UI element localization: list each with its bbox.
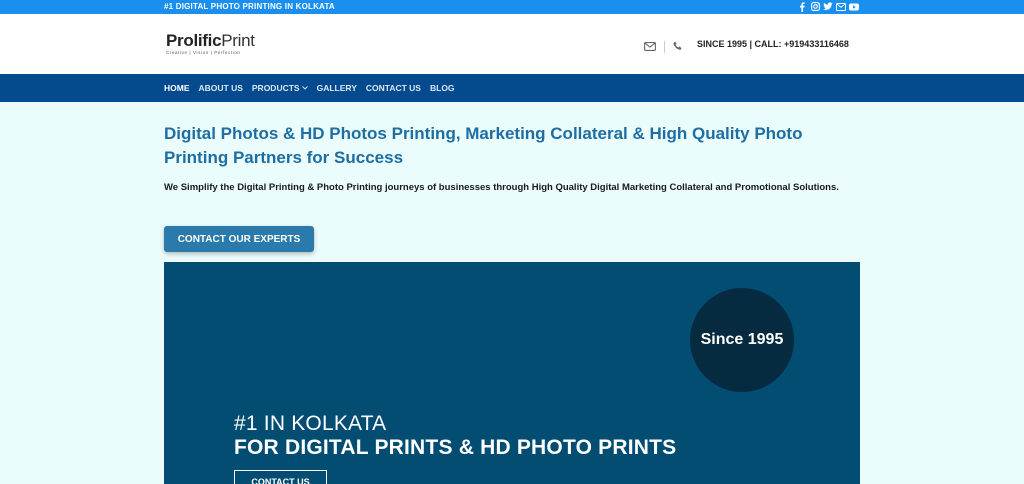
phone-icon[interactable] xyxy=(673,38,683,56)
logo-name-part-1: Prolific xyxy=(166,31,222,50)
main-navigation: HOME ABOUT US PRODUCTS GALLERY CONTACT U… xyxy=(0,74,1024,102)
contact-experts-button[interactable]: CONTACT OUR EXPERTS xyxy=(164,226,314,252)
envelope-icon[interactable] xyxy=(644,38,656,56)
instagram-icon[interactable] xyxy=(810,1,820,12)
page-title: Digital Photos & HD Photos Printing, Mar… xyxy=(164,124,803,167)
top-announcement-bar: #1 DIGITAL PHOTO PRINTING IN KOLKATA xyxy=(0,0,1024,14)
twitter-icon[interactable] xyxy=(823,1,833,12)
nav-item-contact-us[interactable]: CONTACT US xyxy=(366,83,421,93)
facebook-icon[interactable] xyxy=(797,1,807,12)
email-icon[interactable] xyxy=(836,1,846,12)
banner-headline-1: #1 IN KOLKATA xyxy=(234,412,387,435)
hero-banner: Since 1995 #1 IN KOLKATA FOR DIGITAL PRI… xyxy=(164,262,860,484)
nav-item-home[interactable]: HOME xyxy=(164,83,190,93)
nav-item-products-label: PRODUCTS xyxy=(251,83,300,93)
header-contact-text[interactable]: SINCE 1995 | CALL: +919433116468 xyxy=(697,39,849,49)
site-header: ProlificPrint Creative | Vision | Perfec… xyxy=(0,14,1024,74)
banner-headline-2: FOR DIGITAL PRINTS & HD PHOTO PRINTS xyxy=(234,436,677,459)
logo-wordmark: ProlificPrint xyxy=(166,32,255,49)
social-links xyxy=(797,1,859,12)
nav-item-gallery[interactable]: GALLERY xyxy=(317,83,357,93)
nav-item-about-us[interactable]: ABOUT US xyxy=(199,83,243,93)
announcement-text: #1 DIGITAL PHOTO PRINTING IN KOLKATA xyxy=(164,2,335,11)
nav-item-blog[interactable]: BLOG xyxy=(430,83,455,93)
chevron-down-icon xyxy=(301,86,308,90)
banner-contact-button[interactable]: CONTACT US xyxy=(234,470,327,484)
site-logo[interactable]: ProlificPrint Creative | Vision | Perfec… xyxy=(166,32,255,55)
hero-description: We Simplify the Digital Printing & Photo… xyxy=(164,182,839,193)
logo-tagline: Creative | Vision | Perfection xyxy=(166,50,241,55)
youtube-icon[interactable] xyxy=(849,1,859,12)
logo-name-part-2: Print xyxy=(221,31,255,50)
nav-item-products[interactable]: PRODUCTS xyxy=(252,83,308,93)
header-divider xyxy=(664,41,665,53)
since-badge: Since 1995 xyxy=(690,288,794,392)
header-icons xyxy=(644,38,683,56)
